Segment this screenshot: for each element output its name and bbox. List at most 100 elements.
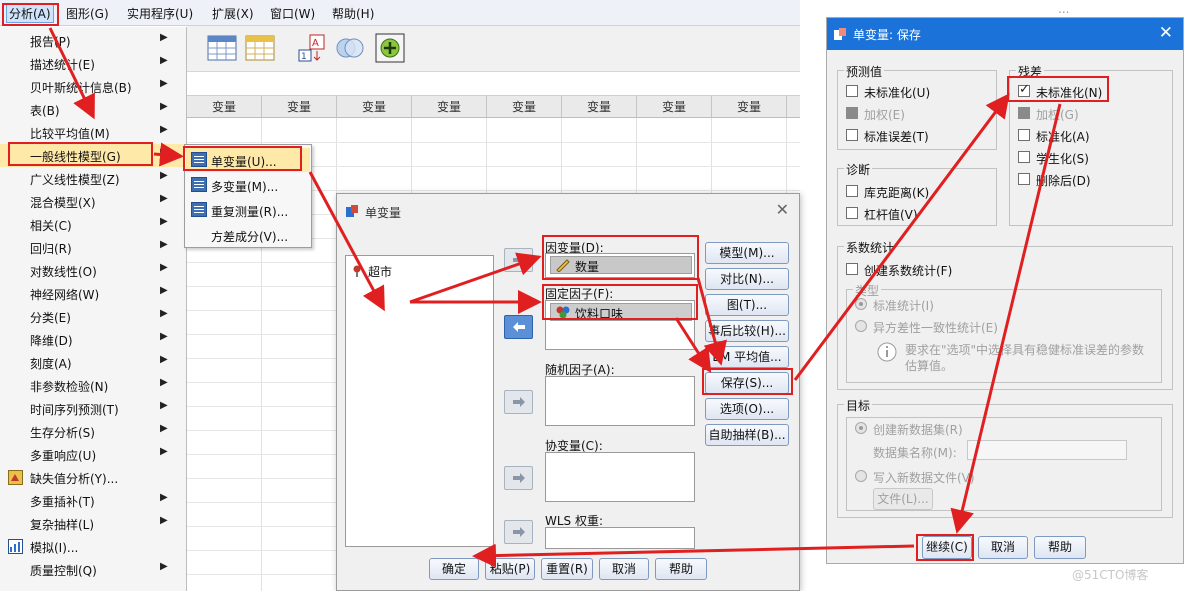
column-header[interactable]: 变量 xyxy=(637,96,712,118)
predicted-std-error-checkbox[interactable]: 标准误差(T) xyxy=(846,127,986,145)
post-hoc-button[interactable]: 事后比较(H)... xyxy=(705,320,789,342)
menu-item-missing-value[interactable]: 缺失值分析(Y)... xyxy=(0,466,186,489)
residual-studentized-checkbox[interactable]: 学生化(S) xyxy=(1018,149,1158,167)
residual-standardized-checkbox[interactable]: 标准化(A) xyxy=(1018,127,1158,145)
menu-item-scale[interactable]: 刻度(A) ▶ xyxy=(0,351,186,374)
menu-item-multiple-imputation[interactable]: 多重插补(T) ▶ xyxy=(0,489,186,512)
menu-item-classify[interactable]: 分类(E) ▶ xyxy=(0,305,186,328)
write-new-file-radio[interactable]: 写入新数据文件(V) xyxy=(855,468,1055,486)
submenu-arrow-icon: ▶ xyxy=(160,262,168,273)
column-header[interactable]: 变量 xyxy=(187,96,262,118)
menu-item-descriptive[interactable]: 描述统计(E) ▶ xyxy=(0,52,186,75)
close-icon[interactable]: ✕ xyxy=(1159,23,1173,43)
bootstrap-button[interactable]: 自助抽样(B)... xyxy=(705,424,789,446)
contrasts-button[interactable]: 对比(N)... xyxy=(705,268,789,290)
sort-cases-icon[interactable]: A 1 xyxy=(297,33,327,63)
random-factor-field[interactable] xyxy=(545,376,695,426)
standard-statistics-radio[interactable]: 标准统计(I) xyxy=(855,296,1055,314)
menu-item-loglinear[interactable]: 对数线性(O) ▶ xyxy=(0,259,186,282)
save-dialog-title: 单变量: 保存 xyxy=(853,28,921,42)
menu-bar: 分析(A) 图形(G) 实用程序(U) 扩展(X) 窗口(W) 帮助(H) xyxy=(0,0,800,26)
submenu-variance-components[interactable]: 方差成分(V)... xyxy=(186,223,310,247)
menu-window[interactable]: 窗口(W) xyxy=(270,5,315,22)
column-header[interactable]: 变量 xyxy=(412,96,487,118)
reset-button[interactable]: 重置(R) xyxy=(541,558,593,580)
move-from-fixed-button[interactable] xyxy=(504,315,533,339)
source-variable-list[interactable]: 超市 xyxy=(345,255,494,547)
menu-extensions[interactable]: 扩展(X) xyxy=(212,5,254,22)
move-to-covariate-button[interactable] xyxy=(504,466,533,490)
options-button[interactable]: 选项(O)... xyxy=(705,398,789,420)
target-subgroup: 创建新数据集(R) 数据集名称(M): 写入新数据文件(V) 文件(L)... xyxy=(846,417,1162,511)
cooks-distance-checkbox[interactable]: 库克距离(K) xyxy=(846,183,986,201)
paste-button[interactable]: 粘贴(P) xyxy=(485,558,535,580)
column-header[interactable]: 变量 xyxy=(487,96,562,118)
column-header[interactable]: 变量 xyxy=(562,96,637,118)
plots-button[interactable]: 图(T)... xyxy=(705,294,789,316)
menu-item-forecasting[interactable]: 时间序列预测(T) ▶ xyxy=(0,397,186,420)
dataset-name-input[interactable] xyxy=(967,440,1127,460)
menu-item-neural-networks[interactable]: 神经网络(W) ▶ xyxy=(0,282,186,305)
menu-item-generalized-linear[interactable]: 广义线性模型(Z) ▶ xyxy=(0,167,186,190)
svg-text:1: 1 xyxy=(301,52,307,62)
variable-table-icon[interactable] xyxy=(245,33,275,63)
wls-weight-field[interactable] xyxy=(545,527,695,549)
venn-icon[interactable] xyxy=(335,33,365,63)
submenu-arrow-icon: ▶ xyxy=(160,216,168,227)
cell-editor-bar[interactable] xyxy=(187,72,800,96)
predicted-unstandardized-checkbox[interactable]: 未标准化(U) xyxy=(846,83,986,101)
menu-item-survival[interactable]: 生存分析(S) ▶ xyxy=(0,420,186,443)
menu-item-regression[interactable]: 回归(R) ▶ xyxy=(0,236,186,259)
move-to-dependent-button[interactable] xyxy=(504,248,533,272)
menu-item-mixed-models[interactable]: 混合模型(X) ▶ xyxy=(0,190,186,213)
file-button[interactable]: 文件(L)... xyxy=(873,488,933,510)
type-subgroup: 类型 标准统计(I) 异方差性一致性统计(E) 要求在"选项"中选择具有稳健标准… xyxy=(846,282,1162,383)
leverage-checkbox[interactable]: 杠杆值(V) xyxy=(846,205,986,223)
create-coefficient-stats-checkbox[interactable]: 创建系数统计(F) xyxy=(846,261,1046,279)
arrow-right-icon xyxy=(513,527,525,537)
submenu-arrow-icon: ▶ xyxy=(160,515,168,526)
help-button[interactable]: 帮助 xyxy=(1034,536,1086,559)
menu-item-nonparametric[interactable]: 非参数检验(N) ▶ xyxy=(0,374,186,397)
menu-item-simulation[interactable]: 模拟(I)... xyxy=(0,535,186,558)
ok-button[interactable]: 确定 xyxy=(429,558,479,580)
menu-item-reports[interactable]: 报告(P) ▶ xyxy=(0,29,186,52)
heteroskedasticity-radio[interactable]: 异方差性一致性统计(E) xyxy=(855,318,1095,336)
menu-utilities[interactable]: 实用程序(U) xyxy=(127,5,193,22)
info-icon xyxy=(877,342,897,362)
move-to-wls-button[interactable] xyxy=(504,520,533,544)
submenu-multivariate[interactable]: 多变量(M)... xyxy=(186,173,310,197)
model-button[interactable]: 模型(M)... xyxy=(705,242,789,264)
create-new-dataset-radio[interactable]: 创建新数据集(R) xyxy=(855,420,1055,438)
em-means-button[interactable]: EM 平均值... xyxy=(705,346,789,368)
menu-item-tables[interactable]: 表(B) ▶ xyxy=(0,98,186,121)
menu-graphs[interactable]: 图形(G) xyxy=(66,5,109,22)
column-header[interactable]: 变量 xyxy=(337,96,412,118)
move-to-random-button[interactable] xyxy=(504,390,533,414)
column-header[interactable]: 变量 xyxy=(712,96,787,118)
menu-item-compare-means[interactable]: 比较平均值(M) ▶ xyxy=(0,121,186,144)
cancel-button[interactable]: 取消 xyxy=(599,558,649,580)
menu-help[interactable]: 帮助(H) xyxy=(332,5,374,22)
menu-item-quality-control[interactable]: 质量控制(Q) ▶ xyxy=(0,558,186,581)
data-table-icon[interactable] xyxy=(207,33,237,63)
cancel-button[interactable]: 取消 xyxy=(978,536,1028,559)
close-icon[interactable]: ✕ xyxy=(776,200,789,219)
residual-weighted-checkbox[interactable]: 加权(G) xyxy=(1018,105,1158,123)
menu-item-multiple-response[interactable]: 多重响应(U) ▶ xyxy=(0,443,186,466)
arrow-right-icon xyxy=(513,473,525,483)
menu-item-dimension-reduction[interactable]: 降维(D) ▶ xyxy=(0,328,186,351)
menu-item-complex-samples[interactable]: 复杂抽样(L) ▶ xyxy=(0,512,186,535)
residual-deleted-checkbox[interactable]: 删除后(D) xyxy=(1018,171,1158,189)
menu-item-correlate[interactable]: 相关(C) ▶ xyxy=(0,213,186,236)
list-item[interactable]: 超市 xyxy=(352,262,472,280)
menu-item-bayesian[interactable]: 贝叶斯统计信息(B) ▶ xyxy=(0,75,186,98)
submenu-repeated-measures[interactable]: 重复测量(R)... xyxy=(186,198,310,222)
help-button[interactable]: 帮助 xyxy=(655,558,707,580)
add-icon[interactable] xyxy=(375,33,405,63)
column-header[interactable]: 变量 xyxy=(262,96,337,118)
highlight-box-fixed-factor xyxy=(542,284,698,320)
covariate-field[interactable] xyxy=(545,452,695,502)
predicted-values-group: 预测值 未标准化(U) 加权(E) 标准误差(T) xyxy=(837,63,997,150)
predicted-weighted-checkbox[interactable]: 加权(E) xyxy=(846,105,986,123)
